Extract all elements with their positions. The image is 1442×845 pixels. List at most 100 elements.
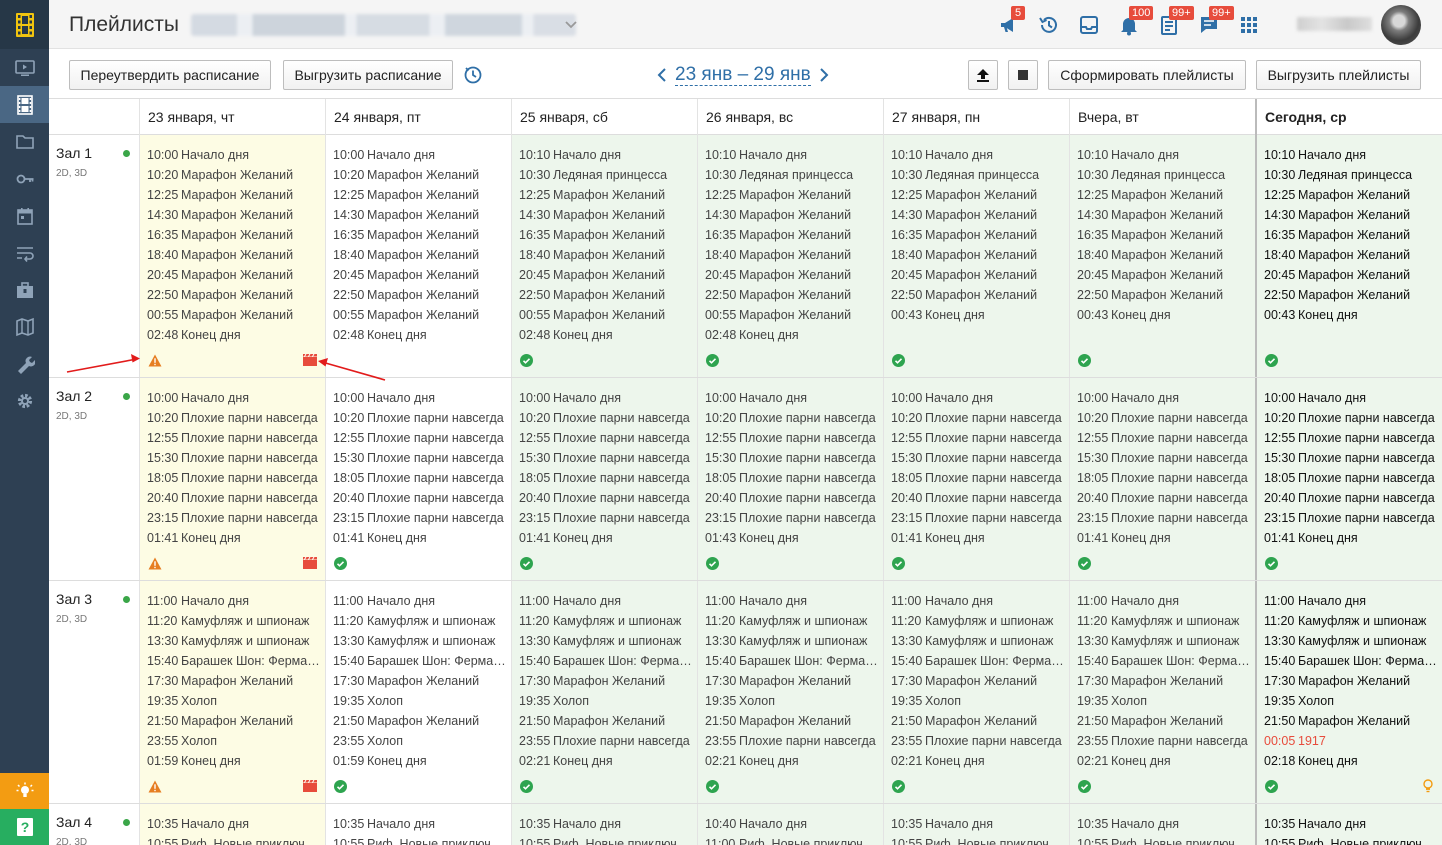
playlist-entry[interactable]: 12:55 Плохие парни навсегда xyxy=(1264,428,1438,448)
playlist-entry[interactable]: 10:55 Риф. Новые приключения xyxy=(147,834,321,845)
playlist-entry[interactable]: 10:30 Ледяная принцесса xyxy=(705,165,879,185)
history-button[interactable] xyxy=(1029,10,1069,40)
playlist-entry[interactable]: 21:50 Марафон Желаний xyxy=(705,711,879,731)
playlist-entry[interactable]: 12:55 Плохие парни навсегда xyxy=(147,428,321,448)
check-circle-icon[interactable] xyxy=(1078,354,1091,367)
playlist-entry[interactable]: 19:35 Холоп xyxy=(333,691,507,711)
playlist-entry[interactable]: 10:55 Риф. Новые приключения xyxy=(333,834,507,845)
playlist-entry[interactable]: 18:05 Плохие парни навсегда xyxy=(147,468,321,488)
help-button[interactable]: ? xyxy=(0,809,49,845)
playlist-entry[interactable]: 10:20 Плохие парни навсегда xyxy=(147,408,321,428)
playlist-entry[interactable]: 23:15 Плохие парни навсегда xyxy=(1077,508,1251,528)
playlist-cell[interactable]: 11:00 Начало дня 11:20 Камуфляж и шпионаж 13… xyxy=(697,581,883,803)
playlist-entry[interactable]: 23:55 Плохие парни навсегда xyxy=(705,731,879,751)
playlist-entry[interactable]: 10:00 Начало дня xyxy=(147,388,321,408)
playlist-entry[interactable]: 15:40Барашек Шон: Фермагеддон xyxy=(519,651,693,671)
playlist-entry[interactable]: 10:55 Риф. Новые приключения xyxy=(519,834,693,845)
playlist-entry[interactable]: 22:50 Марафон Желаний xyxy=(333,285,507,305)
playlist-entry[interactable]: 11:00 Начало дня xyxy=(333,591,507,611)
playlist-entry[interactable]: 01:59 Конец дня xyxy=(147,751,321,771)
playlist-entry[interactable]: 02:18 Конец дня xyxy=(1264,751,1438,771)
playlist-entry[interactable]: 13:30 Камуфляж и шпионаж xyxy=(891,631,1065,651)
playlist-entry[interactable]: 00:43 Конец дня xyxy=(891,305,1065,325)
playlist-cell[interactable]: 10:35 Начало дня 10:55 Риф. Новые приключен… xyxy=(139,804,325,845)
playlist-entry[interactable]: 15:40Барашек Шон: Фермагеддон xyxy=(333,651,507,671)
playlist-cell[interactable]: 10:35 Начало дня 10:55 Риф. Новые приключен… xyxy=(883,804,1069,845)
playlist-entry[interactable]: 20:40 Плохие парни навсегда xyxy=(705,488,879,508)
check-circle-icon[interactable] xyxy=(1078,557,1091,570)
week-range[interactable]: 23 янв – 29 янв xyxy=(675,64,811,86)
playlist-entry[interactable]: 14:30 Марафон Желаний xyxy=(891,205,1065,225)
playlist-entry[interactable]: 01:41 Конец дня xyxy=(891,528,1065,548)
playlist-entry[interactable]: 15:40Барашек Шон: Фермагеддон xyxy=(891,651,1065,671)
playlist-entry[interactable]: 23:55 Холоп xyxy=(333,731,507,751)
playlist-entry[interactable]: 20:40 Плохие парни навсегда xyxy=(1264,488,1438,508)
playlist-entry[interactable]: 14:30 Марафон Желаний xyxy=(1077,205,1251,225)
chat-button[interactable]: 99+ xyxy=(1189,6,1234,40)
lightbulb-icon[interactable] xyxy=(1422,779,1434,793)
user-name[interactable] xyxy=(1297,17,1372,31)
playlist-entry[interactable]: 00:55 Марафон Желаний xyxy=(519,305,693,325)
playlist-entry[interactable]: 12:55 Плохие парни навсегда xyxy=(333,428,507,448)
sidebar-item-screens[interactable] xyxy=(0,49,49,86)
playlist-entry[interactable]: 15:30 Плохие парни навсегда xyxy=(891,448,1065,468)
playlist-entry[interactable]: 22:50 Марафон Желаний xyxy=(1264,285,1438,305)
playlist-entry[interactable]: 17:30 Марафон Желаний xyxy=(1264,671,1438,691)
warning-icon[interactable] xyxy=(148,557,162,570)
chevron-down-icon[interactable] xyxy=(561,14,581,34)
playlist-entry[interactable]: 18:05 Плохие парни навсегда xyxy=(705,468,879,488)
playlist-entry[interactable]: 23:15 Плохие парни навсегда xyxy=(147,508,321,528)
playlist-entry[interactable]: 11:20 Камуфляж и шпионаж xyxy=(705,611,879,631)
clapperboard-icon[interactable] xyxy=(303,354,317,366)
playlist-entry[interactable]: 11:00 Начало дня xyxy=(891,591,1065,611)
playlist-entry[interactable]: 12:25 Марафон Желаний xyxy=(333,185,507,205)
check-circle-icon[interactable] xyxy=(520,557,533,570)
playlist-entry[interactable]: 10:35 Начало дня xyxy=(333,814,507,834)
playlist-entry[interactable]: 00:43 Конец дня xyxy=(1077,305,1251,325)
playlist-entry[interactable]: 19:35 Холоп xyxy=(1077,691,1251,711)
playlist-entry[interactable]: 10:10 Начало дня xyxy=(519,145,693,165)
playlist-cell[interactable]: 10:00 Начало дня 10:20 Плохие парни навсегд… xyxy=(1069,378,1255,580)
playlist-entry[interactable]: 23:15 Плохие парни навсегда xyxy=(891,508,1065,528)
playlist-entry[interactable]: 19:35 Холоп xyxy=(891,691,1065,711)
playlist-cell[interactable]: 10:00 Начало дня 10:20 Плохие парни навсегд… xyxy=(139,378,325,580)
sidebar-item-map[interactable] xyxy=(0,308,49,345)
playlist-cell[interactable]: 11:00 Начало дня 11:20 Камуфляж и шпионаж 13… xyxy=(1069,581,1255,803)
playlist-entry[interactable]: 02:48 Конец дня xyxy=(519,325,693,345)
playlist-entry[interactable]: 16:35 Марафон Желаний xyxy=(1077,225,1251,245)
playlist-entry[interactable]: 11:00 Начало дня xyxy=(1077,591,1251,611)
playlist-entry[interactable]: 21:50 Марафон Желаний xyxy=(147,711,321,731)
hall-cell[interactable]: Зал 1 2D, 3D xyxy=(49,135,139,377)
playlist-entry[interactable]: 10:35 Начало дня xyxy=(1264,814,1438,834)
playlist-entry[interactable]: 10:55 Риф. Новые приключения xyxy=(891,834,1065,845)
playlist-entry[interactable]: 20:45 Марафон Желаний xyxy=(705,265,879,285)
playlist-entry[interactable]: 17:30 Марафон Желаний xyxy=(333,671,507,691)
playlist-entry[interactable]: 02:48 Конец дня xyxy=(147,325,321,345)
playlist-entry[interactable]: 01:43 Конец дня xyxy=(705,528,879,548)
playlist-entry[interactable]: 14:30 Марафон Желаний xyxy=(1264,205,1438,225)
playlist-entry[interactable]: 10:20 Марафон Желаний xyxy=(147,165,321,185)
playlist-entry[interactable]: 10:40 Начало дня xyxy=(705,814,879,834)
form-playlists-button[interactable]: Сформировать плейлисты xyxy=(1048,60,1246,90)
playlist-entry[interactable]: 10:10 Начало дня xyxy=(705,145,879,165)
playlist-entry[interactable]: 22:50 Марафон Желаний xyxy=(891,285,1065,305)
playlist-entry[interactable]: 10:10 Начало дня xyxy=(1264,145,1438,165)
playlist-entry[interactable]: 12:25 Марафон Желаний xyxy=(705,185,879,205)
playlist-entry[interactable]: 10:10 Начало дня xyxy=(891,145,1065,165)
sidebar-item-calendar[interactable] xyxy=(0,197,49,234)
clapperboard-icon[interactable] xyxy=(303,780,317,792)
playlist-entry[interactable]: 20:40 Плохие парни навсегда xyxy=(519,488,693,508)
playlist-entry[interactable]: 11:20 Камуфляж и шпионаж xyxy=(519,611,693,631)
playlist-cell[interactable]: 11:00 Начало дня 11:20 Камуфляж и шпионаж 13… xyxy=(511,581,697,803)
playlist-entry[interactable]: 22:50 Марафон Желаний xyxy=(147,285,321,305)
playlist-entry[interactable]: 18:40 Марафон Желаний xyxy=(1264,245,1438,265)
playlist-entry[interactable]: 21:50 Марафон Желаний xyxy=(891,711,1065,731)
playlist-cell[interactable]: 10:00 Начало дня 10:20 Плохие парни навсегд… xyxy=(511,378,697,580)
playlist-entry[interactable]: 21:50 Марафон Желаний xyxy=(333,711,507,731)
playlist-entry[interactable]: 18:40 Марафон Желаний xyxy=(705,245,879,265)
playlist-entry[interactable]: 11:00 Начало дня xyxy=(705,591,879,611)
playlist-cell[interactable]: 10:35 Начало дня 10:55 Риф. Новые приключен… xyxy=(1069,804,1255,845)
playlist-entry[interactable]: 15:40Барашек Шон: Фермагеддон xyxy=(705,651,879,671)
playlist-entry[interactable]: 12:55 Плохие парни навсегда xyxy=(519,428,693,448)
warning-icon[interactable] xyxy=(148,780,162,793)
